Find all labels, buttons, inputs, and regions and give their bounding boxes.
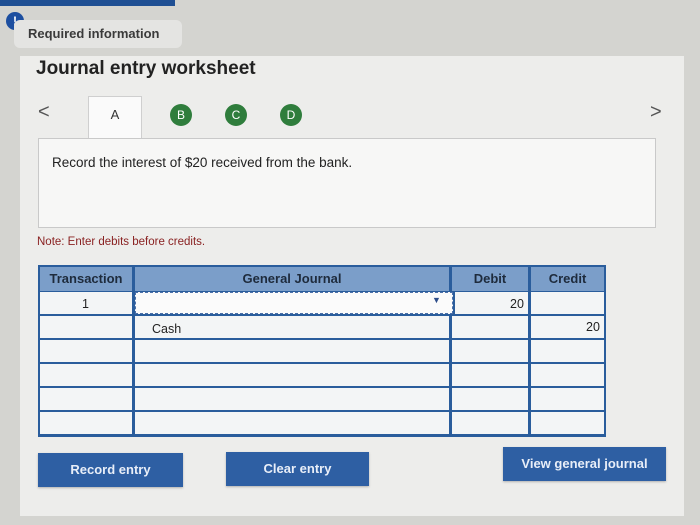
instruction-box <box>38 138 656 228</box>
account-select[interactable] <box>135 340 449 362</box>
required-info-label: Required information <box>28 26 160 41</box>
header-general-journal: General Journal <box>135 267 449 291</box>
tab-d[interactable]: D <box>280 104 302 126</box>
debit-input[interactable] <box>452 412 528 434</box>
debit-input[interactable] <box>452 316 528 338</box>
view-general-journal-button[interactable]: View general journal <box>503 447 666 481</box>
dropdown-caret-icon[interactable]: ▼ <box>432 295 446 309</box>
header-credit: Credit <box>531 267 604 291</box>
credit-value: 20 <box>586 320 600 334</box>
instruction-text: Record the interest of $20 received from… <box>52 155 353 170</box>
credit-input[interactable] <box>531 340 604 362</box>
credit-input[interactable] <box>531 388 604 410</box>
table-row-transaction-cell <box>40 340 132 362</box>
record-entry-button[interactable]: Record entry <box>38 453 183 487</box>
account-select[interactable] <box>135 364 449 386</box>
account-select[interactable] <box>135 388 449 410</box>
credit-input[interactable] <box>531 292 604 314</box>
account-select[interactable] <box>135 412 449 434</box>
tab-b[interactable]: B <box>170 104 192 126</box>
clear-entry-button[interactable]: Clear entry <box>226 452 369 486</box>
worksheet-title: Journal entry worksheet <box>36 58 256 79</box>
account-select[interactable] <box>135 292 453 314</box>
tab-c[interactable]: C <box>225 104 247 126</box>
header-debit: Debit <box>452 267 528 291</box>
debit-input[interactable] <box>452 364 528 386</box>
note-text: Note: Enter debits before credits. <box>37 236 206 248</box>
table-row-transaction-cell <box>40 364 132 386</box>
account-name: Cash <box>152 322 182 336</box>
header-transaction: Transaction <box>40 267 132 291</box>
transaction-number: 1 <box>82 297 89 311</box>
top-progress-bar <box>0 0 175 6</box>
debit-input[interactable] <box>452 388 528 410</box>
prev-arrow-icon[interactable]: < <box>38 101 50 124</box>
debit-value: 20 <box>510 297 524 311</box>
tab-a[interactable]: A <box>88 96 142 141</box>
table-row-transaction-cell <box>40 388 132 410</box>
table-row-transaction-cell <box>40 316 132 338</box>
account-select[interactable] <box>135 316 449 338</box>
credit-input[interactable] <box>531 364 604 386</box>
table-row-transaction-cell <box>40 412 132 434</box>
credit-input[interactable] <box>531 412 604 434</box>
debit-input[interactable] <box>452 340 528 362</box>
next-arrow-icon[interactable]: > <box>650 101 662 124</box>
